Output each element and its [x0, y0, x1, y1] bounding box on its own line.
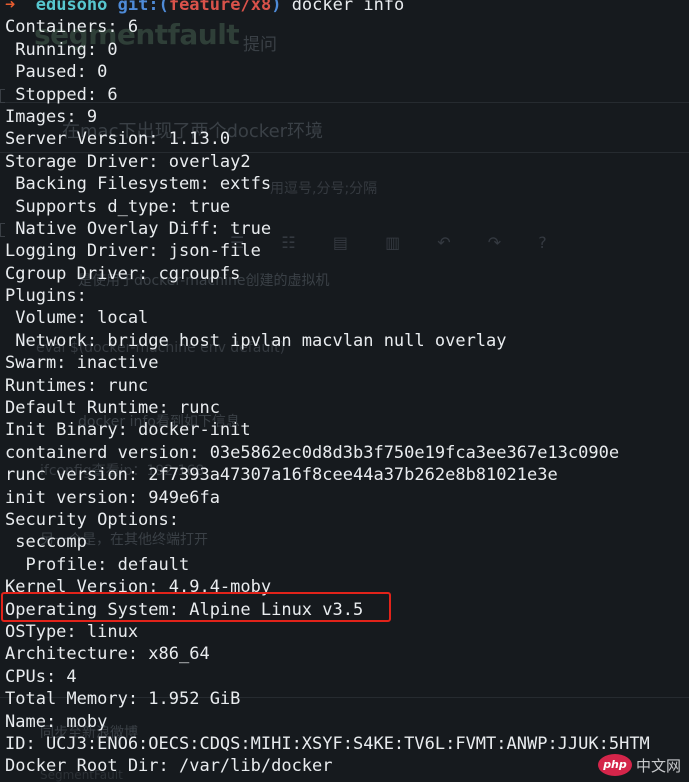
output-line: Cgroup Driver: cgroupfs	[5, 263, 241, 284]
output-line: Containers: 6	[5, 17, 139, 38]
output-line: Logging Driver: json-file	[5, 241, 261, 262]
highlight-box-operating-system	[1, 592, 391, 622]
output-line: Paused: 0	[5, 62, 108, 83]
prompt-branch: feature/x8	[168, 0, 272, 15]
output-line: Docker Root Dir: /var/lib/docker	[5, 756, 333, 777]
output-line: ID: UCJ3:ENO6:OECS:CDQS:MIHI:XSYF:S4KE:T…	[5, 733, 650, 754]
output-line: Backing Filesystem: extfs	[5, 174, 272, 195]
output-line: Total Memory: 1.952 GiB	[5, 689, 241, 710]
output-line: Name: moby	[5, 711, 108, 732]
output-line: Volume: local	[5, 308, 149, 329]
output-line: Security Options:	[5, 509, 179, 530]
output-line: Profile: default	[5, 554, 190, 575]
output-line: Default Runtime: runc	[5, 398, 220, 419]
output-line: Server Version: 1.13.0	[5, 129, 231, 150]
output-line: Running: 0	[5, 39, 118, 60]
prompt-git-label: git:(	[117, 0, 169, 15]
prompt-directory: edusoho	[35, 0, 108, 15]
docker-info-output: Containers: 6 Running: 0 Paused: 0 Stopp…	[5, 16, 685, 777]
output-line: seccomp	[5, 532, 87, 553]
output-line: OSType: linux	[5, 621, 139, 642]
output-line: Init Binary: docker-init	[5, 420, 251, 441]
output-line: init version: 949e6fa	[5, 487, 220, 508]
watermark: php 中文网	[597, 754, 681, 776]
php-logo-icon: php	[597, 754, 632, 776]
output-line: Native Overlay Diff: true	[5, 218, 272, 239]
output-line: Storage Driver: overlay2	[5, 151, 251, 172]
output-line: Network: bridge host ipvlan macvlan null…	[5, 330, 507, 351]
output-line: Runtimes: runc	[5, 375, 149, 396]
output-line: Plugins:	[5, 286, 87, 307]
output-line: Architecture: x86_64	[5, 644, 210, 665]
output-line: Swarm: inactive	[5, 353, 159, 374]
terminal-output[interactable]: ➜ edusoho git:(feature/x8) docker info C…	[5, 0, 685, 778]
output-line: containerd version: 03e5862ec0d8d3b3f750…	[5, 442, 620, 463]
output-line: Images: 9	[5, 106, 98, 127]
shell-prompt: ➜ edusoho git:(feature/x8) docker info	[5, 0, 685, 16]
prompt-command: docker info	[291, 0, 405, 15]
output-line: CPUs: 4	[5, 666, 77, 687]
output-line: runc version: 2f7393a47307a16f8cee44a37b…	[5, 465, 558, 486]
watermark-text: 中文网	[635, 756, 681, 775]
output-line: Supports d_type: true	[5, 196, 231, 217]
prompt-arrow-icon: ➜	[5, 0, 16, 15]
prompt-git-close: )	[271, 0, 282, 15]
output-line: Stopped: 6	[5, 84, 118, 105]
